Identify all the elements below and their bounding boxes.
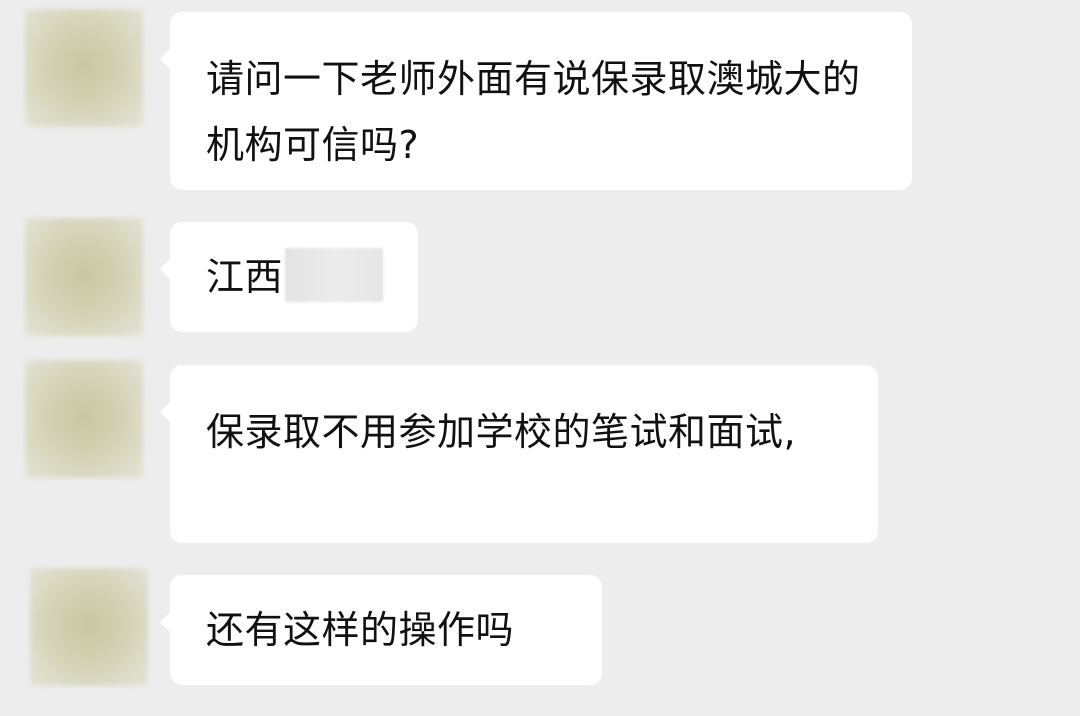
message-bubble[interactable]: 保录取不用参加学校的笔试和面试,	[160, 365, 878, 543]
avatar-blurred[interactable]	[30, 568, 148, 686]
chat-log: 请问一下老师外面有说保录取澳城大的机构可信吗? 江西 保录取不用参加学校的笔试和…	[0, 0, 1080, 716]
redaction-blur	[285, 248, 384, 302]
message-bubble[interactable]: 请问一下老师外面有说保录取澳城大的机构可信吗?	[160, 12, 912, 190]
message-text-visible: 江西	[206, 255, 284, 299]
message-text: 江西	[206, 244, 384, 310]
message-text: 请问一下老师外面有说保录取澳城大的机构可信吗?	[206, 57, 861, 167]
message-bubble[interactable]: 江西	[160, 222, 418, 332]
avatar-blurred[interactable]	[25, 9, 143, 127]
avatar-blurred[interactable]	[25, 360, 143, 478]
avatar-blurred[interactable]	[25, 218, 143, 336]
message-text: 还有这样的操作吗	[206, 608, 515, 652]
message-text: 保录取不用参加学校的笔试和面试,	[206, 410, 797, 454]
message-bubble[interactable]: 还有这样的操作吗	[160, 575, 602, 685]
